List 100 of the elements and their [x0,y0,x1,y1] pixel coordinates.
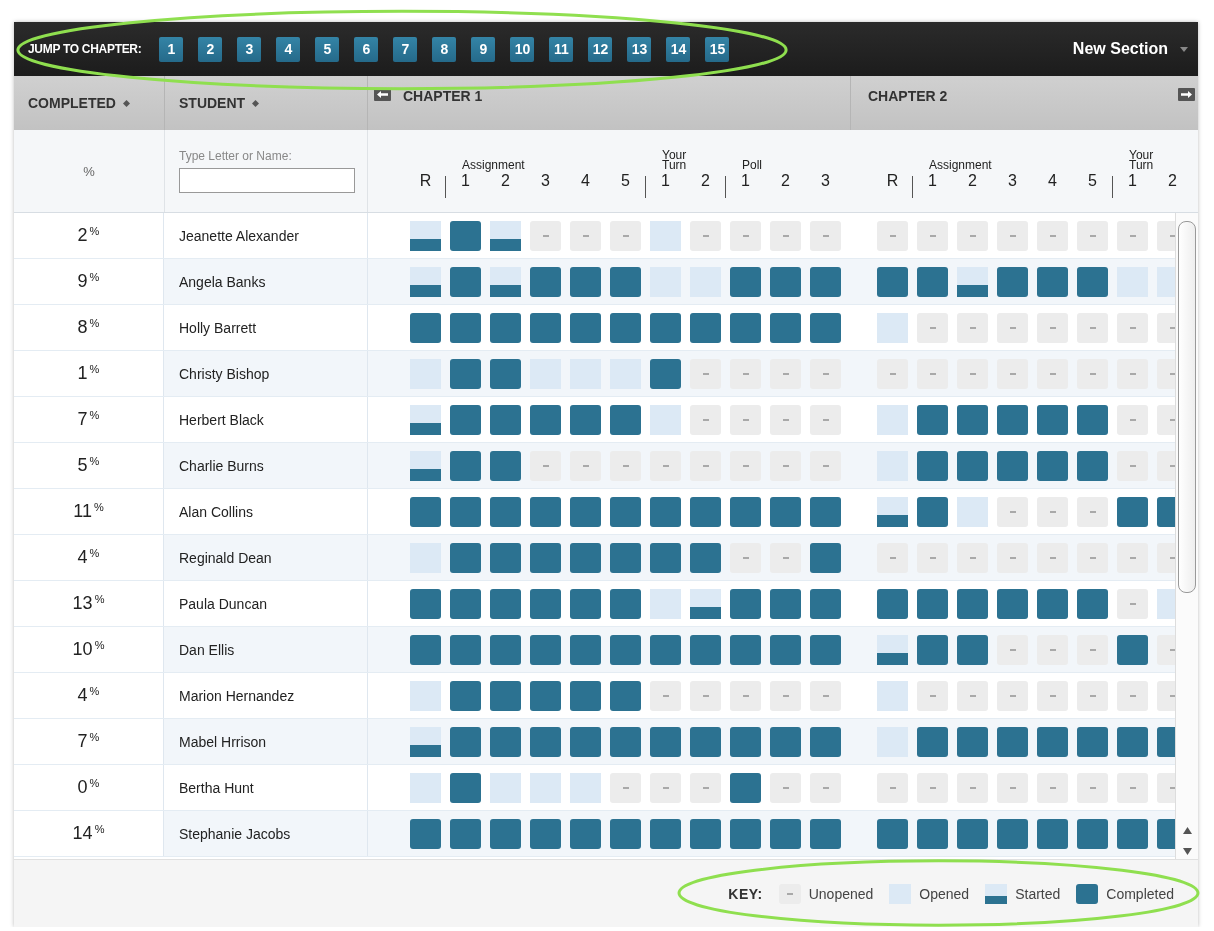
chapter-button[interactable]: 1 [159,36,184,62]
column-group-label: Assignment [462,160,525,172]
progress-cell [530,542,561,573]
completion-percent: 7$^{%}$ [77,409,100,430]
dash-icon [889,556,896,559]
progress-cell [490,496,521,527]
chapter-button[interactable]: 3 [237,36,262,62]
progress-cell [570,772,601,803]
progress-cell [917,496,948,527]
chapter-button[interactable]: 9 [471,36,496,62]
scroll-up-icon[interactable] [1182,827,1192,834]
sort-header[interactable]: STUDENT [165,95,260,111]
dash-icon [1009,372,1016,375]
dash-icon [1169,326,1175,329]
chapter-button[interactable]: 10 [510,36,535,62]
progress-cell [730,772,761,803]
student-name: Jeanette Alexander [179,227,299,244]
legend-label: Opened [919,885,970,902]
column-label: R [418,172,433,190]
legend-label: Unopened [808,885,874,902]
sort-header[interactable]: COMPLETED [14,95,130,111]
dash-icon [662,464,669,467]
progress-cell [1037,266,1068,297]
column-label: 3 [1007,172,1018,190]
dash-icon [822,694,829,697]
progress-cell [1077,726,1108,757]
progress-cell [690,726,721,757]
progress-cell [957,818,988,849]
dash-icon [1049,648,1056,651]
dash-icon [1009,234,1016,237]
chapter-button[interactable]: 13 [627,36,652,62]
progress-cell [957,588,988,619]
scroll-down-icon[interactable] [1182,848,1192,855]
progress-cell [410,496,441,527]
progress-cell [917,404,948,435]
chapter-button[interactable]: 12 [588,36,613,62]
progress-cell [570,818,601,849]
progress-cell [917,634,948,665]
progress-cell [490,772,521,803]
dash-icon [822,418,829,421]
dash-icon [1169,418,1175,421]
progress-cell [810,312,841,343]
section-dropdown[interactable]: New Section [1072,40,1188,58]
progress-cell [450,450,481,481]
chapter-button[interactable]: 15 [705,36,730,62]
progress-cell [690,542,721,573]
student-name: Alan Collins [179,503,253,520]
dash-icon [1169,464,1175,467]
progress-cell [450,634,481,665]
next-arrow-button[interactable] [1178,88,1195,101]
progress-cell [1117,818,1148,849]
chapter-button[interactable]: 7 [393,36,418,62]
progress-cell [1117,726,1148,757]
column-label: 5 [620,172,631,190]
dash-icon [782,786,789,789]
dash-icon [1009,786,1016,789]
dash-icon [1129,234,1136,237]
progress-cell [650,588,681,619]
completion-percent: 4$^{%}$ [77,685,100,706]
progress-cell [1037,450,1068,481]
progress-cell [490,404,521,435]
dash-icon [1089,372,1096,375]
progress-cell [570,496,601,527]
progress-cell [610,634,641,665]
progress-cell [410,726,441,757]
column-label: 5 [1087,172,1098,190]
progress-cell [450,358,481,389]
dash-icon [1129,602,1136,605]
chapter-button[interactable]: 6 [354,36,379,62]
progress-cell [1037,818,1068,849]
chapter-button[interactable]: 8 [432,36,457,62]
dash-icon [889,372,896,375]
dash-icon [1009,648,1016,651]
dash-icon [1169,694,1175,697]
search-field[interactable] [179,168,355,193]
chapter-button[interactable]: 2 [198,36,223,62]
dash-icon [822,372,829,375]
legend-swatch [1076,883,1099,904]
progress-cell [450,680,481,711]
chapter-button[interactable]: 14 [666,36,691,62]
column-group-label: Poll [742,160,762,172]
scrollbar-thumb[interactable] [1178,221,1196,593]
dash-icon [1089,694,1096,697]
dash-icon [742,694,749,697]
column-label: 1 [1127,172,1138,190]
progress-cell [877,312,908,343]
progress-cell [490,818,521,849]
chapter-button[interactable]: 11 [549,36,574,62]
chapter-button[interactable]: 4 [276,36,301,62]
search-label: Type Letter or Name: [179,149,293,163]
progress-cell [410,220,441,251]
column-label: 1 [927,172,938,190]
progress-cell [450,772,481,803]
progress-cell [450,496,481,527]
progress-cell [410,772,441,803]
progress-cell [530,588,561,619]
column-label: 2 [967,172,978,190]
chapter-button[interactable]: 5 [315,36,340,62]
completion-percent: 9$^{%}$ [77,271,100,292]
progress-cell [770,588,801,619]
